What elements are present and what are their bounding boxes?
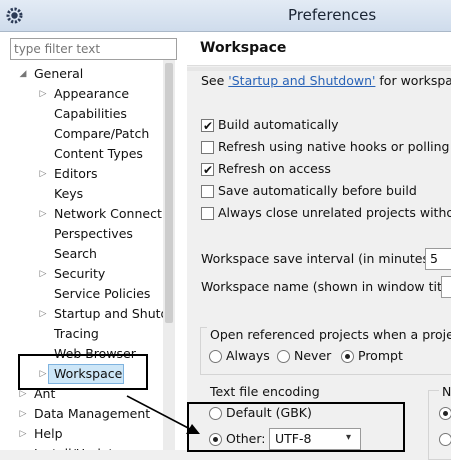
- workspace-name-label: Workspace name (shown in window title):: [201, 279, 451, 294]
- tree-item-label: Data Management: [34, 406, 151, 421]
- encoding-select-value: UTF-8: [275, 431, 312, 446]
- tree-item-label: Service Policies: [54, 286, 151, 301]
- save-interval-value: 5: [430, 251, 438, 266]
- tree-item-label: Perspectives: [54, 226, 133, 241]
- checkmark-icon: ✔: [203, 119, 214, 133]
- collapsed-arrow-icon[interactable]: ▷: [38, 204, 48, 224]
- radio-label: Always: [226, 348, 270, 363]
- encoding-default-label: Default (GBK): [226, 405, 312, 420]
- page-header: Workspace: [187, 32, 451, 66]
- expanded-arrow-icon[interactable]: ◢: [18, 64, 28, 84]
- tree-item-label: Content Types: [54, 146, 143, 161]
- preferences-tree: ◢ General ▷ Appearance Capabilities Compare/P…: [0, 64, 163, 450]
- tree-item-label: Compare/Patch: [54, 126, 150, 141]
- checkbox[interactable]: [201, 141, 214, 154]
- encoding-select[interactable]: UTF-8 ▾: [269, 428, 361, 450]
- workspace-callout-box: [18, 354, 148, 390]
- collapsed-arrow-icon[interactable]: ▷: [18, 424, 28, 444]
- radio-circle: [439, 433, 451, 446]
- tree-item-label: Editors: [54, 166, 98, 181]
- tree-item-label: Keys: [54, 186, 84, 201]
- checkbox-label: Refresh using native hooks or polling: [218, 139, 450, 154]
- radio-dot: [213, 437, 218, 442]
- collapsed-arrow-icon[interactable]: ▷: [38, 264, 48, 284]
- save-interval-input[interactable]: 5: [425, 248, 451, 270]
- save-interval-label: Workspace save interval (in minutes):: [201, 251, 439, 266]
- encoding-title: Text file encoding: [207, 384, 323, 399]
- eclipse-gear-icon: [6, 7, 23, 24]
- checkbox-label: Always close unrelated projects without: [218, 205, 451, 220]
- collapsed-arrow-icon[interactable]: ▷: [18, 444, 28, 450]
- checkbox[interactable]: [201, 185, 214, 198]
- radio-circle: [277, 350, 290, 363]
- see-prefix: See: [201, 73, 229, 88]
- collapsed-arrow-icon[interactable]: ▷: [38, 304, 48, 324]
- radio-dot: [345, 354, 350, 359]
- tree-scrollbar-thumb[interactable]: [165, 63, 173, 323]
- tree-item-label: Install/Update: [34, 444, 121, 450]
- tree-item-label: Security: [54, 266, 106, 281]
- checkbox-label: Save automatically before build: [218, 183, 417, 198]
- tree-scrollbar[interactable]: [163, 60, 175, 450]
- open-referenced-label: Open referenced projects when a project: [207, 327, 451, 342]
- tree-item-label: Appearance: [54, 86, 130, 101]
- tree-item-label: Tracing: [54, 326, 99, 341]
- tree-item-label: Startup and Shutd: [54, 306, 163, 321]
- radio-dot: [443, 411, 448, 416]
- collapsed-arrow-icon[interactable]: ▷: [38, 164, 48, 184]
- radio-label: Prompt: [358, 348, 403, 363]
- tree-item-label: Network Connectio: [54, 206, 163, 221]
- checkbox[interactable]: ✔: [201, 119, 214, 133]
- window-title: Preferences: [288, 6, 377, 24]
- see-text: See 'Startup and Shutdown' for workspace: [201, 73, 451, 88]
- checkbox[interactable]: [201, 207, 214, 220]
- checkbox-label: Build automatically: [218, 117, 339, 132]
- radio-circle: [209, 433, 222, 446]
- chevron-down-icon: ▾: [346, 432, 352, 443]
- radio-circle: [439, 407, 451, 420]
- workspace-name-input[interactable]: [441, 276, 451, 298]
- line-delimiter-title: N: [439, 384, 451, 399]
- collapsed-arrow-icon[interactable]: ▷: [18, 404, 28, 424]
- page-title: Workspace: [200, 40, 287, 56]
- radio-circle: [209, 350, 222, 363]
- header-divider: [187, 67, 451, 71]
- collapsed-arrow-icon[interactable]: ▷: [38, 84, 48, 104]
- tree-item-label: Capabilities: [54, 106, 127, 121]
- filter-input[interactable]: [10, 38, 177, 60]
- encoding-other-label: Other:: [226, 431, 266, 446]
- startup-shutdown-link[interactable]: 'Startup and Shutdown': [228, 73, 375, 88]
- tree-item-label: General: [34, 66, 84, 81]
- radio-circle: [209, 407, 222, 420]
- radio-label: Never: [294, 348, 332, 363]
- checkbox-label: Refresh on access: [218, 161, 331, 176]
- workspace-page: Workspace See 'Startup and Shutdown' for…: [187, 32, 451, 460]
- tree-item-label: Help: [34, 426, 63, 441]
- checkmark-icon: ✔: [203, 163, 214, 177]
- title-bar: Preferences: [0, 0, 451, 32]
- see-suffix: for workspace: [379, 73, 451, 88]
- radio-circle: [341, 350, 354, 363]
- checkbox[interactable]: ✔: [201, 163, 214, 177]
- tree-item-label: Search: [54, 246, 97, 261]
